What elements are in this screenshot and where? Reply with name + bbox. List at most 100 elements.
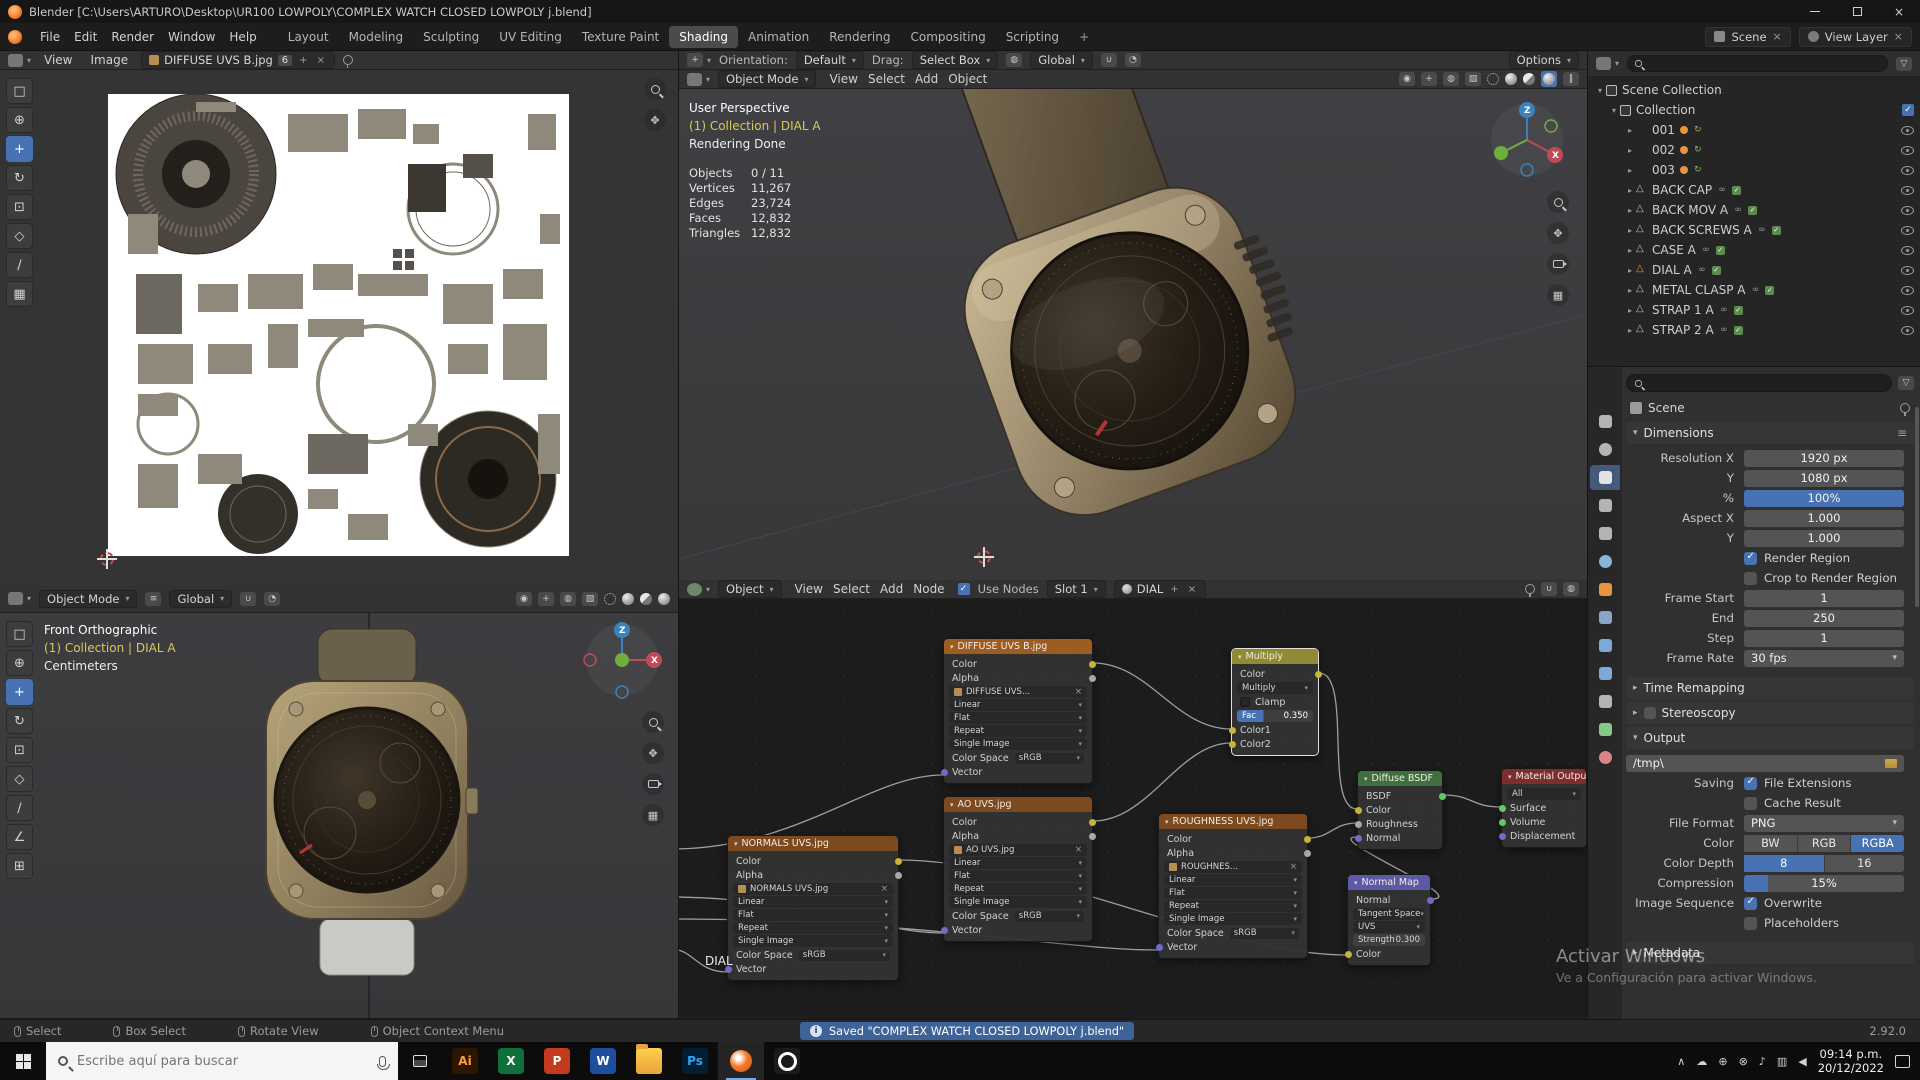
menubar-item[interactable]: File [33, 28, 67, 46]
show-overlays-icon[interactable]: ◍ [560, 592, 576, 606]
segment-option[interactable]: 16 [1825, 855, 1905, 872]
hide-in-viewport-eye-icon[interactable] [1901, 206, 1914, 215]
output-socket[interactable] [1439, 807, 1446, 814]
input-socket[interactable] [1161, 864, 1168, 871]
zoom-icon[interactable] [1547, 191, 1569, 213]
node-header[interactable]: ▾ DIFFUSE UVS B.jpg [944, 639, 1092, 654]
expand-arrow-icon[interactable]: ▸ [1624, 266, 1636, 275]
node-row[interactable]: Color [1348, 947, 1430, 961]
output-socket[interactable] [1089, 755, 1096, 762]
node-row[interactable]: AO UVS.jpg [949, 844, 1087, 856]
input-socket[interactable] [941, 927, 948, 934]
expand-arrow-icon[interactable]: ▸ [1624, 226, 1636, 235]
output-socket[interactable] [1439, 821, 1446, 828]
viewport-tool-button[interactable]: ⊞ [6, 853, 33, 879]
orientation-dropdown[interactable]: Default▾ [796, 51, 864, 69]
property-row[interactable]: Saving File Extensions [1626, 773, 1912, 793]
property-row[interactable]: Y 1.000 1.000 [1626, 528, 1912, 548]
node-header[interactable]: ▾ NORMALS UVS.jpg [728, 836, 898, 851]
node-row[interactable]: Alpha [728, 868, 898, 882]
workspace-tab[interactable]: UV Editing [489, 26, 572, 48]
tray-icon-b[interactable]: ⊗ [1739, 1055, 1748, 1068]
input-socket[interactable] [730, 925, 737, 932]
output-socket[interactable] [1583, 833, 1588, 840]
object-visibility-icon[interactable]: ◉ [1399, 72, 1415, 86]
outliner-search-field[interactable] [1627, 55, 1888, 72]
outliner-item[interactable]: ▸ BACK CAP [1588, 180, 1920, 200]
material-preview-icon[interactable] [1523, 73, 1535, 85]
mode-dropdown[interactable]: Object Mode▾ [718, 70, 816, 88]
node-row[interactable]: Color2 [1232, 737, 1318, 751]
output-socket[interactable] [1439, 793, 1446, 800]
hide-in-viewport-eye-icon[interactable] [1901, 306, 1914, 315]
outliner-item[interactable]: ▸ CASE A [1588, 240, 1920, 260]
properties-tab-render[interactable] [1590, 437, 1620, 462]
pin-icon[interactable] [1525, 584, 1535, 594]
node-row[interactable]: DIFFUSE UVS... [949, 686, 1087, 698]
material-preview-icon[interactable] [640, 593, 652, 605]
node-header[interactable]: ▾ ROUGHNESS UVS.jpg [1159, 814, 1307, 829]
output-socket[interactable] [1089, 675, 1096, 682]
output-socket[interactable] [895, 966, 902, 973]
taskbar-app-photoshop[interactable]: Ps [672, 1042, 718, 1080]
use-nodes-checkbox[interactable]: ✓ [958, 583, 970, 595]
node-row[interactable]: Linear [733, 896, 893, 908]
output-socket[interactable] [1304, 850, 1311, 857]
tray-network-icon[interactable]: ▥ [1777, 1055, 1787, 1068]
properties-tab-world[interactable] [1590, 549, 1620, 574]
menubar-item[interactable]: Window [161, 28, 222, 46]
input-socket[interactable] [1350, 937, 1357, 944]
property-row[interactable]: Step 1 1 [1626, 628, 1912, 648]
node-row[interactable]: Multiply [1237, 682, 1313, 694]
input-socket[interactable] [1345, 951, 1352, 958]
expand-arrow-icon[interactable]: ▸ [1624, 246, 1636, 255]
node-header[interactable]: ▾ AO UVS.jpg [944, 797, 1092, 812]
input-socket[interactable] [946, 702, 953, 709]
task-view-button[interactable] [398, 1042, 442, 1080]
shader-node[interactable]: ▾ Material Output All [1501, 768, 1587, 848]
start-button[interactable] [0, 1042, 46, 1080]
tray-onedrive-icon[interactable]: ☁ [1696, 1055, 1707, 1068]
input-socket[interactable] [1234, 713, 1241, 720]
hide-in-viewport-eye-icon[interactable] [1901, 186, 1914, 195]
output-socket[interactable] [1084, 886, 1091, 893]
input-socket[interactable] [946, 860, 953, 867]
output-socket[interactable] [1422, 924, 1429, 931]
outliner-item[interactable]: ▸ METAL CLASP A [1588, 280, 1920, 300]
node-header[interactable]: ▾ Material Output [1502, 769, 1586, 784]
node-row[interactable]: Flat [949, 870, 1087, 882]
orthographic-toggle-icon[interactable]: ▦ [642, 804, 664, 826]
add-workspace-button[interactable]: + [1073, 26, 1095, 48]
properties-tab-object[interactable] [1590, 577, 1620, 602]
node-row[interactable]: Alpha [944, 829, 1092, 843]
input-socket[interactable] [1350, 924, 1357, 931]
properties-tab-tool[interactable] [1590, 409, 1620, 434]
property-row[interactable]: Color BWRGBRGBA [1626, 833, 1912, 853]
action-center-icon[interactable] [1895, 1055, 1910, 1068]
uv-tool-button[interactable]: ↻ [6, 165, 33, 191]
taskbar-search[interactable] [46, 1042, 398, 1080]
editor-type-icon[interactable] [687, 73, 702, 86]
collapse-arrow-icon[interactable]: ▾ [1165, 818, 1169, 826]
uv-view-menu[interactable]: View [39, 52, 77, 68]
input-socket[interactable] [946, 873, 953, 880]
node-row[interactable]: Alpha [944, 671, 1092, 685]
menubar-item[interactable]: Edit [67, 28, 104, 46]
expand-arrow-icon[interactable]: ▾ [1608, 106, 1620, 115]
property-slider[interactable]: 15% [1744, 875, 1904, 892]
property-row[interactable]: % 100% 100% [1626, 488, 1912, 508]
options-dropdown[interactable]: Options▾ [1509, 51, 1579, 69]
output-socket[interactable] [895, 872, 902, 879]
node-row[interactable]: Normal [1358, 831, 1442, 845]
input-socket[interactable] [1161, 916, 1168, 923]
expand-arrow-icon[interactable]: ▸ [1624, 326, 1636, 335]
property-value-field[interactable]: PNG [1744, 815, 1904, 832]
property-row[interactable]: Crop to Render Region [1626, 568, 1912, 588]
view-layer-selector[interactable]: View Layer × [1799, 27, 1912, 47]
node-row[interactable]: Flat [1164, 887, 1302, 899]
node-row[interactable]: Flat [733, 909, 893, 921]
output-socket[interactable] [1422, 911, 1429, 918]
snap-magnet-icon[interactable]: ∪ [240, 592, 256, 606]
maximize-button[interactable] [1836, 0, 1878, 23]
viewport-menu-item[interactable]: Add [910, 71, 943, 87]
